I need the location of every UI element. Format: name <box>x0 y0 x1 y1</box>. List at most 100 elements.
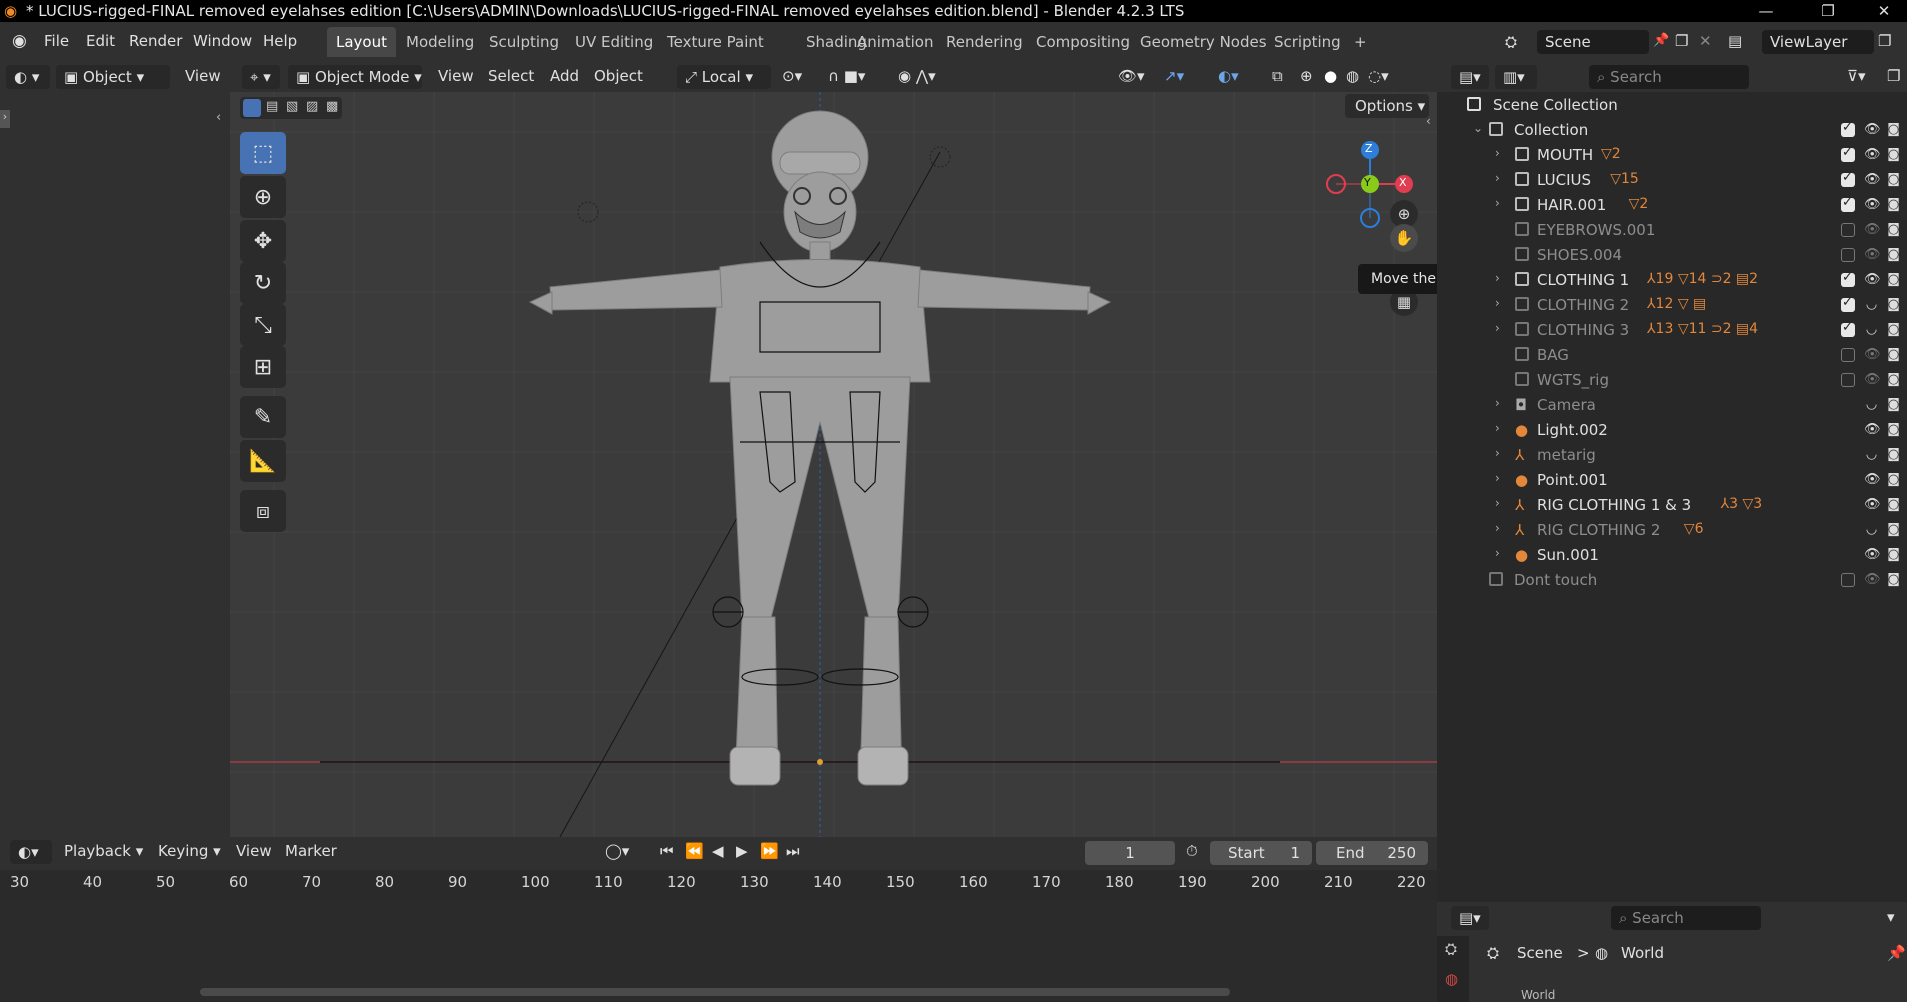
gizmo-toggle-icon[interactable]: ↗▾ <box>1164 67 1184 85</box>
camera-render-icon[interactable]: ◙ <box>1886 122 1901 137</box>
expand-arrow-icon[interactable]: › <box>1495 146 1500 160</box>
jump-keyframe-back-icon[interactable]: ⏪ <box>685 842 704 860</box>
object-dropdown[interactable]: ▣ Object ▾ <box>56 65 170 89</box>
mode-dropdown[interactable]: ▣ Object Mode ▾ <box>288 65 422 89</box>
play-icon[interactable]: ▶ <box>736 842 748 860</box>
tab-compositing[interactable]: Compositing <box>1027 27 1139 57</box>
eye-icon[interactable]: 👁 <box>1864 197 1881 212</box>
outliner-collection[interactable]: ⌄ Collection 👁 ◙ <box>1437 118 1907 143</box>
tool-measure-icon[interactable]: 📐 <box>240 440 286 482</box>
clock-icon[interactable]: ⏱ <box>1186 842 1198 860</box>
menu-window[interactable]: Window <box>193 32 252 50</box>
expand-arrow-icon[interactable]: › <box>1495 421 1500 435</box>
end-frame-field[interactable]: End 250 <box>1316 841 1428 865</box>
camera-render-icon[interactable]: ◙ <box>1886 447 1901 462</box>
delete-scene-icon[interactable]: ✕ <box>1699 32 1712 50</box>
collapse-left-toggle[interactable]: › <box>0 110 10 128</box>
tool-scale-icon[interactable]: ⤡ <box>240 304 286 346</box>
editor-type-dropdown[interactable]: ◐ ▾ <box>6 65 50 89</box>
camera-render-icon[interactable]: ◙ <box>1886 322 1901 337</box>
visibility-icon[interactable]: 👁▾ <box>1118 67 1145 85</box>
select-new-icon[interactable] <box>243 99 261 117</box>
proportional-edit-icon[interactable]: ◉ ⋀▾ <box>898 67 936 85</box>
start-frame-field[interactable]: Start 1 <box>1210 841 1312 865</box>
tab-sculpting[interactable]: Sculpting <box>480 27 568 57</box>
exclude-checkbox[interactable] <box>1841 170 1855 187</box>
transform-orientation-dropdown[interactable]: ⤢ Local ▾ <box>677 65 771 89</box>
properties-options-icon[interactable]: ▾ <box>1887 908 1895 926</box>
expand-arrow-icon[interactable]: › <box>1495 546 1500 560</box>
tab-modeling[interactable]: Modeling <box>397 27 483 57</box>
shading-rendered-icon[interactable]: ◌▾ <box>1368 67 1389 85</box>
eye-closed-icon[interactable]: ◡ <box>1864 447 1879 462</box>
expand-arrow-icon[interactable]: › <box>1495 196 1500 210</box>
shading-wireframe-icon[interactable]: ⊕ <box>1300 67 1313 85</box>
outliner-item[interactable]: › CLOTHING 3 ⅄13 ▽11 ⊃2 ▤4 ◡ ◙ <box>1437 318 1907 343</box>
camera-render-icon[interactable]: ◙ <box>1886 572 1901 587</box>
new-collection-icon[interactable]: ❐ <box>1887 67 1900 85</box>
outliner-item[interactable]: WGTS_rig 👁 ◙ <box>1437 368 1907 393</box>
tab-geometry-nodes[interactable]: Geometry Nodes <box>1131 27 1276 57</box>
scene-tab-icon[interactable]: ⛭ <box>1445 940 1457 958</box>
tab-uv-editing[interactable]: UV Editing <box>566 27 662 57</box>
expand-arrow-icon[interactable]: › <box>1495 271 1500 285</box>
snap-icon[interactable]: ∩ ■▾ <box>828 67 865 85</box>
new-viewlayer-icon[interactable]: ❐ <box>1878 32 1891 50</box>
camera-render-icon[interactable]: ◙ <box>1886 497 1901 512</box>
select-extend-icon[interactable]: ▤ <box>266 99 278 114</box>
eye-icon[interactable]: 👁 <box>1864 372 1881 387</box>
exclude-checkbox[interactable] <box>1841 248 1855 262</box>
outliner-item[interactable]: › ● Sun.001 👁 ◙ <box>1437 543 1907 568</box>
camera-render-icon[interactable]: ◙ <box>1886 172 1901 187</box>
timeline-menu-marker[interactable]: Marker <box>285 842 337 860</box>
jump-start-icon[interactable]: ⏮ <box>660 842 674 860</box>
3d-viewport[interactable]: ▤ ▧ ▨ ▩ ⬚ ⊕ ✥ ↻ ⤡ ⊞ ✎ 📐 ⧈ Options ▾ Z Y … <box>230 92 1437 837</box>
tab-layout[interactable]: Layout <box>327 27 396 57</box>
menu-file[interactable]: File <box>44 32 69 50</box>
tool-annotate-icon[interactable]: ✎ <box>240 396 286 438</box>
tool-rotate-icon[interactable]: ↻ <box>240 262 286 304</box>
scene-field[interactable]: Scene <box>1537 30 1649 54</box>
play-reverse-icon[interactable]: ◀ <box>712 842 724 860</box>
shading-solid-icon[interactable]: ● <box>1324 67 1337 85</box>
vp-menu-view[interactable]: View <box>438 67 474 85</box>
select-subtract-icon[interactable]: ▧ <box>286 99 298 114</box>
shading-material-icon[interactable]: ◍ <box>1346 67 1359 85</box>
xray-toggle-icon[interactable]: ⧉ <box>1272 67 1283 85</box>
camera-render-icon[interactable]: ◙ <box>1886 522 1901 537</box>
tab-animation[interactable]: Animation <box>848 27 942 57</box>
sidebar-toggle-icon[interactable]: ‹ <box>1426 114 1431 128</box>
left-view-menu[interactable]: View <box>185 67 221 85</box>
exclude-checkbox[interactable] <box>1841 270 1855 287</box>
properties-search[interactable]: ⌕ Search <box>1611 906 1761 930</box>
timeline-menu-view[interactable]: View <box>236 842 272 860</box>
eye-closed-icon[interactable]: ◡ <box>1864 322 1879 337</box>
tab-scripting[interactable]: Scripting <box>1265 27 1350 57</box>
camera-render-icon[interactable]: ◙ <box>1886 247 1901 262</box>
camera-render-icon[interactable]: ◙ <box>1886 297 1901 312</box>
exclude-checkbox[interactable] <box>1841 120 1855 137</box>
tool-select-box-icon[interactable]: ⬚ <box>240 132 286 174</box>
outliner-item[interactable]: EYEBROWS.001 👁 ◙ <box>1437 218 1907 243</box>
camera-render-icon[interactable]: ◙ <box>1886 197 1901 212</box>
camera-render-icon[interactable]: ◙ <box>1886 397 1901 412</box>
filter-icon[interactable]: ⊽▾ <box>1847 67 1866 85</box>
exclude-checkbox[interactable] <box>1841 320 1855 337</box>
exclude-checkbox[interactable] <box>1841 573 1855 587</box>
camera-render-icon[interactable]: ◙ <box>1886 422 1901 437</box>
outliner-item[interactable]: › ● Point.001 👁 ◙ <box>1437 468 1907 493</box>
outliner-item[interactable]: › CLOTHING 2 ⅄12 ▽ ▤ ◡ ◙ <box>1437 293 1907 318</box>
display-mode-dropdown[interactable]: ▥▾ <box>1495 65 1537 89</box>
eye-icon[interactable]: 👁 <box>1864 122 1881 137</box>
eye-closed-icon[interactable]: ◡ <box>1864 297 1879 312</box>
expand-arrow-icon[interactable]: › <box>1495 496 1500 510</box>
outliner-item[interactable]: › ● Light.002 👁 ◙ <box>1437 418 1907 443</box>
viewport-editor-type[interactable]: ⌖ ▾ <box>242 65 280 89</box>
tool-transform-icon[interactable]: ⊞ <box>240 346 286 388</box>
outliner-item[interactable]: › ⅄ RIG CLOTHING 1 & 3 ⅄3 ▽3 👁 ◙ <box>1437 493 1907 518</box>
options-dropdown[interactable]: Options ▾ <box>1345 94 1429 118</box>
camera-render-icon[interactable]: ◙ <box>1886 547 1901 562</box>
expand-arrow-icon[interactable]: › <box>1495 521 1500 535</box>
properties-editor-type[interactable]: ▤▾ <box>1451 906 1489 930</box>
eye-icon[interactable]: 👁 <box>1864 472 1881 487</box>
